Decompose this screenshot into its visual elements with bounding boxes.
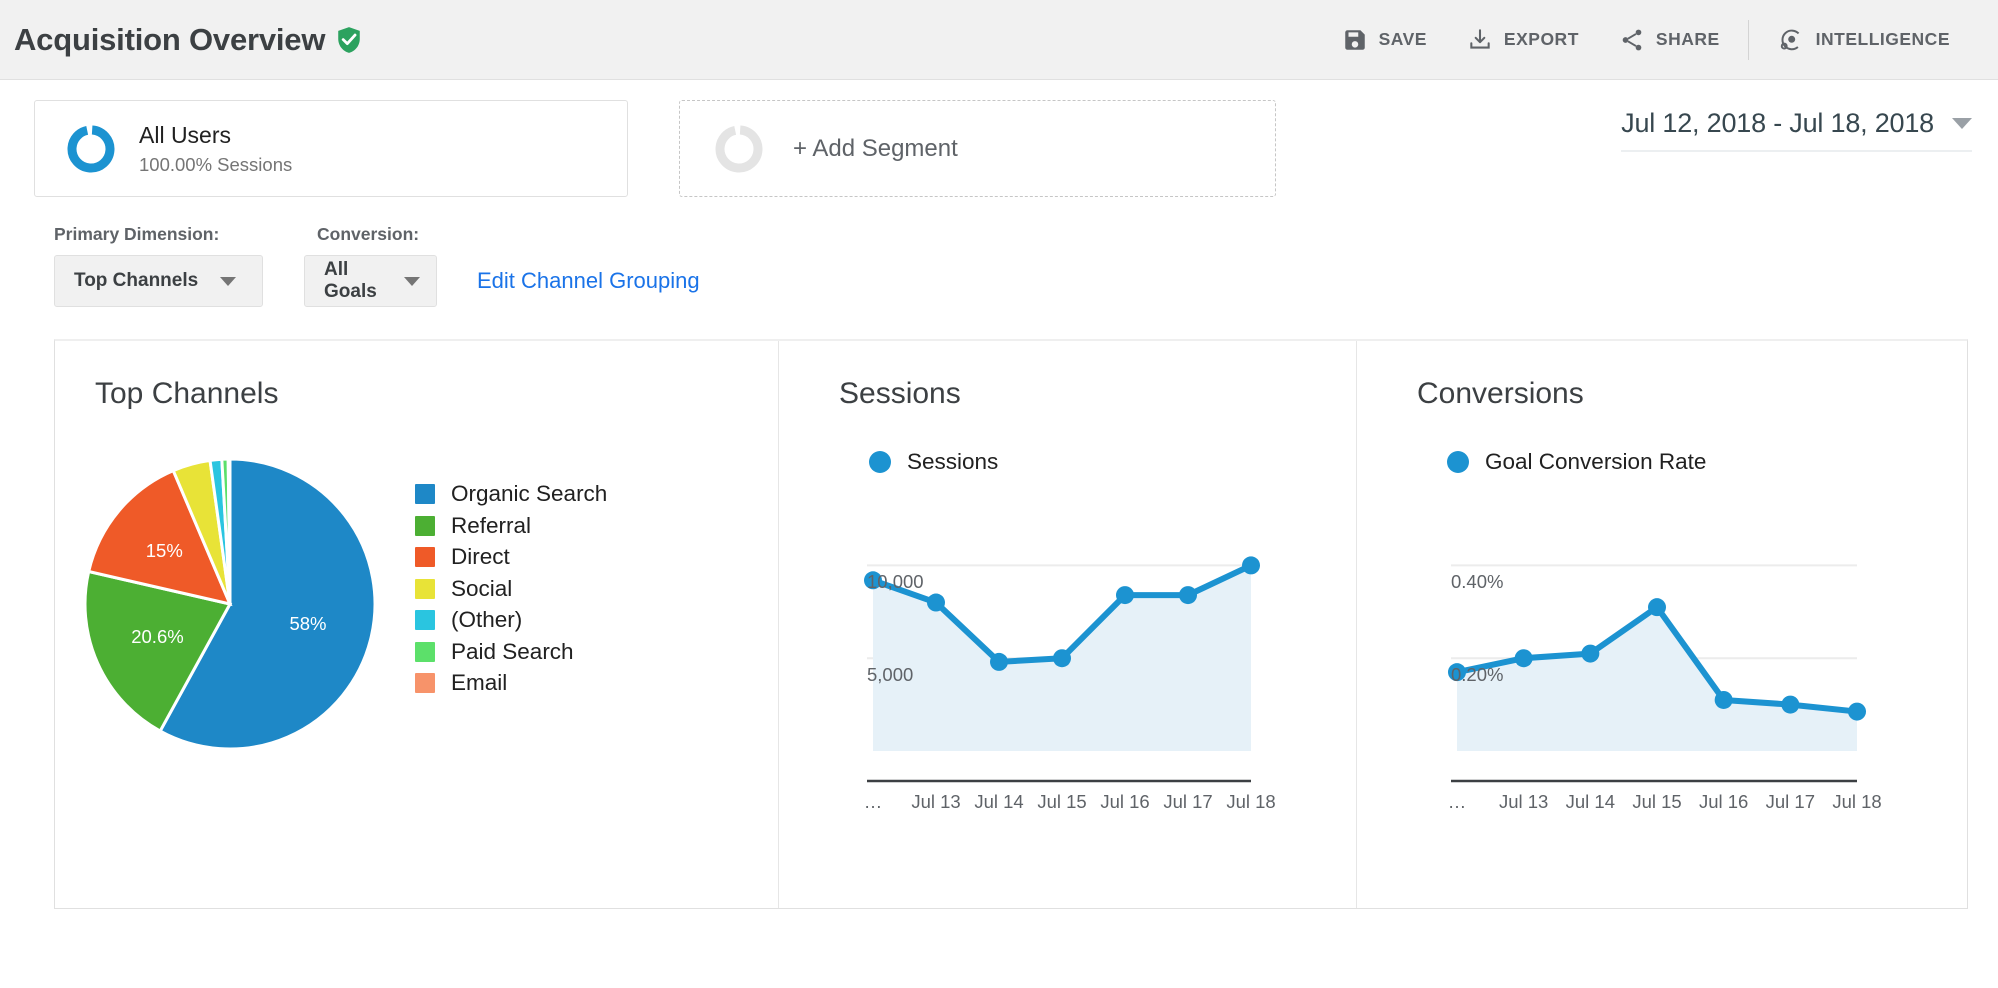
pie-legend-label: Organic Search <box>451 481 608 506</box>
conversions-legend-label: Goal Conversion Rate <box>1485 449 1707 474</box>
intelligence-button[interactable]: INTELLIGENCE <box>1757 0 1970 79</box>
legend-dot-icon <box>869 451 891 473</box>
conversions-chart[interactable]: 0.40% 0.20% … Jul 13 Jul 14 Jul 15 Jul 16 Jul… <box>1357 503 1967 838</box>
shield-check-icon <box>336 26 362 54</box>
chevron-down-icon <box>1952 118 1972 129</box>
control-buttons-row: Top Channels All Goals Edit Channel Grou… <box>54 255 1998 307</box>
pie-legend: Organic Search Referral Direct Social (Other… <box>415 439 607 774</box>
pie-legend-item[interactable]: Referral <box>415 513 607 539</box>
export-button[interactable]: EXPORT <box>1447 0 1599 79</box>
chevron-down-icon <box>220 276 237 286</box>
add-segment-label: + Add Segment <box>793 134 958 162</box>
overview-card: Top Channels 58% 20.6% 15% Organic Searc… <box>54 339 1968 909</box>
legend-swatch-icon <box>415 610 435 630</box>
date-range-value: Jul 12, 2018 - Jul 18, 2018 <box>1621 108 1934 138</box>
segment-name: All Users <box>139 121 232 148</box>
save-button[interactable]: SAVE <box>1322 0 1447 79</box>
panel-title-conversions: Conversions <box>1417 377 1584 410</box>
page-title: Acquisition Overview <box>14 21 326 57</box>
page-header: Acquisition Overview SAVE EXPORT SHARE I… <box>0 0 1998 80</box>
pie-legend-label: Direct <box>451 544 510 569</box>
add-segment-button[interactable]: + Add Segment <box>679 100 1276 197</box>
pie-legend-item[interactable]: Organic Search <box>415 481 607 507</box>
sessions-legend-label: Sessions <box>907 449 999 474</box>
primary-dimension-select[interactable]: Top Channels <box>54 255 263 307</box>
xtick-label: Jul 18 <box>1226 791 1276 812</box>
pie-legend-label: (Other) <box>451 607 523 632</box>
conversion-label: Conversion: <box>317 224 420 244</box>
pie-legend-item[interactable]: Paid Search <box>415 639 607 665</box>
pie-legend-item[interactable]: Direct <box>415 544 607 570</box>
conversion-select[interactable]: All Goals <box>304 255 437 307</box>
panel-conversions: Conversions Goal Conversion Rate 0.40% 0… <box>1357 341 1967 908</box>
pie-legend-item[interactable]: Email <box>415 670 607 696</box>
segment-detail: 100.00% Sessions <box>139 153 293 175</box>
pie-legend-item[interactable]: Social <box>415 576 607 602</box>
conversion-value: All Goals <box>324 259 377 302</box>
legend-swatch-icon <box>415 484 435 504</box>
xtick-label: Jul 18 <box>1832 791 1882 812</box>
pie-legend-item[interactable]: (Other) <box>415 607 607 633</box>
save-button-label: SAVE <box>1378 29 1427 49</box>
panel-top-channels: Top Channels 58% 20.6% 15% Organic Searc… <box>55 341 779 908</box>
legend-swatch-icon <box>415 547 435 567</box>
legend-swatch-icon <box>415 641 435 662</box>
export-button-label: EXPORT <box>1503 29 1579 49</box>
export-download-icon <box>1467 27 1493 53</box>
primary-dimension-value: Top Channels <box>74 270 199 291</box>
segment-texts: All Users 100.00% Sessions <box>139 122 292 176</box>
intelligence-button-label: INTELLIGENCE <box>1815 29 1950 49</box>
pie-chart[interactable]: 58% 20.6% 15% <box>55 439 415 774</box>
pie-legend-label: Referral <box>451 512 532 538</box>
segment-bar: All Users 100.00% Sessions + Add Segment… <box>0 80 1998 198</box>
date-range-picker[interactable]: Jul 12, 2018 - Jul 18, 2018 <box>1621 108 1972 152</box>
share-button[interactable]: SHARE <box>1599 0 1740 79</box>
dimension-controls: Primary Dimension: Conversion: Top Chann… <box>0 198 1998 307</box>
segment-all-users[interactable]: All Users 100.00% Sessions <box>34 100 628 197</box>
legend-dot-icon <box>1447 451 1469 473</box>
legend-swatch-icon <box>415 515 435 536</box>
legend-swatch-icon <box>415 673 435 693</box>
sessions-chart-legend[interactable]: Sessions <box>779 449 1356 475</box>
intelligence-icon <box>1777 26 1805 54</box>
page-title-group: Acquisition Overview <box>14 22 362 58</box>
share-icon <box>1619 27 1645 53</box>
pie-legend-label: Social <box>451 575 513 601</box>
panel-title-sessions: Sessions <box>839 377 961 410</box>
donut-ring-icon <box>65 123 117 175</box>
panel-title-top-channels: Top Channels <box>95 377 279 410</box>
pie-legend-label: Paid Search <box>451 638 574 664</box>
legend-swatch-icon <box>415 578 435 599</box>
save-icon <box>1342 27 1368 53</box>
primary-dimension-label: Primary Dimension: <box>54 224 220 244</box>
toolbar-divider <box>1747 19 1749 60</box>
pie-legend-label: Email <box>451 670 508 695</box>
header-actions: SAVE EXPORT SHARE INTELLIGENCE <box>1322 0 1970 79</box>
panel-sessions: Sessions Sessions 10,000 5,000 … Jul 13 Ju… <box>779 341 1357 908</box>
pie-chart-area: 58% 20.6% 15% Organic Search Referral Dire… <box>55 439 778 774</box>
edit-channel-grouping-link[interactable]: Edit Channel Grouping <box>477 268 700 294</box>
control-labels-row: Primary Dimension: Conversion: <box>54 224 1998 245</box>
conversions-chart-legend[interactable]: Goal Conversion Rate <box>1357 449 1967 475</box>
sessions-chart[interactable]: 10,000 5,000 … Jul 13 Jul 14 Jul 15 Jul 16 Ju… <box>779 503 1356 838</box>
donut-ring-icon <box>713 123 765 175</box>
share-button-label: SHARE <box>1655 29 1720 49</box>
chevron-down-icon <box>404 276 420 286</box>
